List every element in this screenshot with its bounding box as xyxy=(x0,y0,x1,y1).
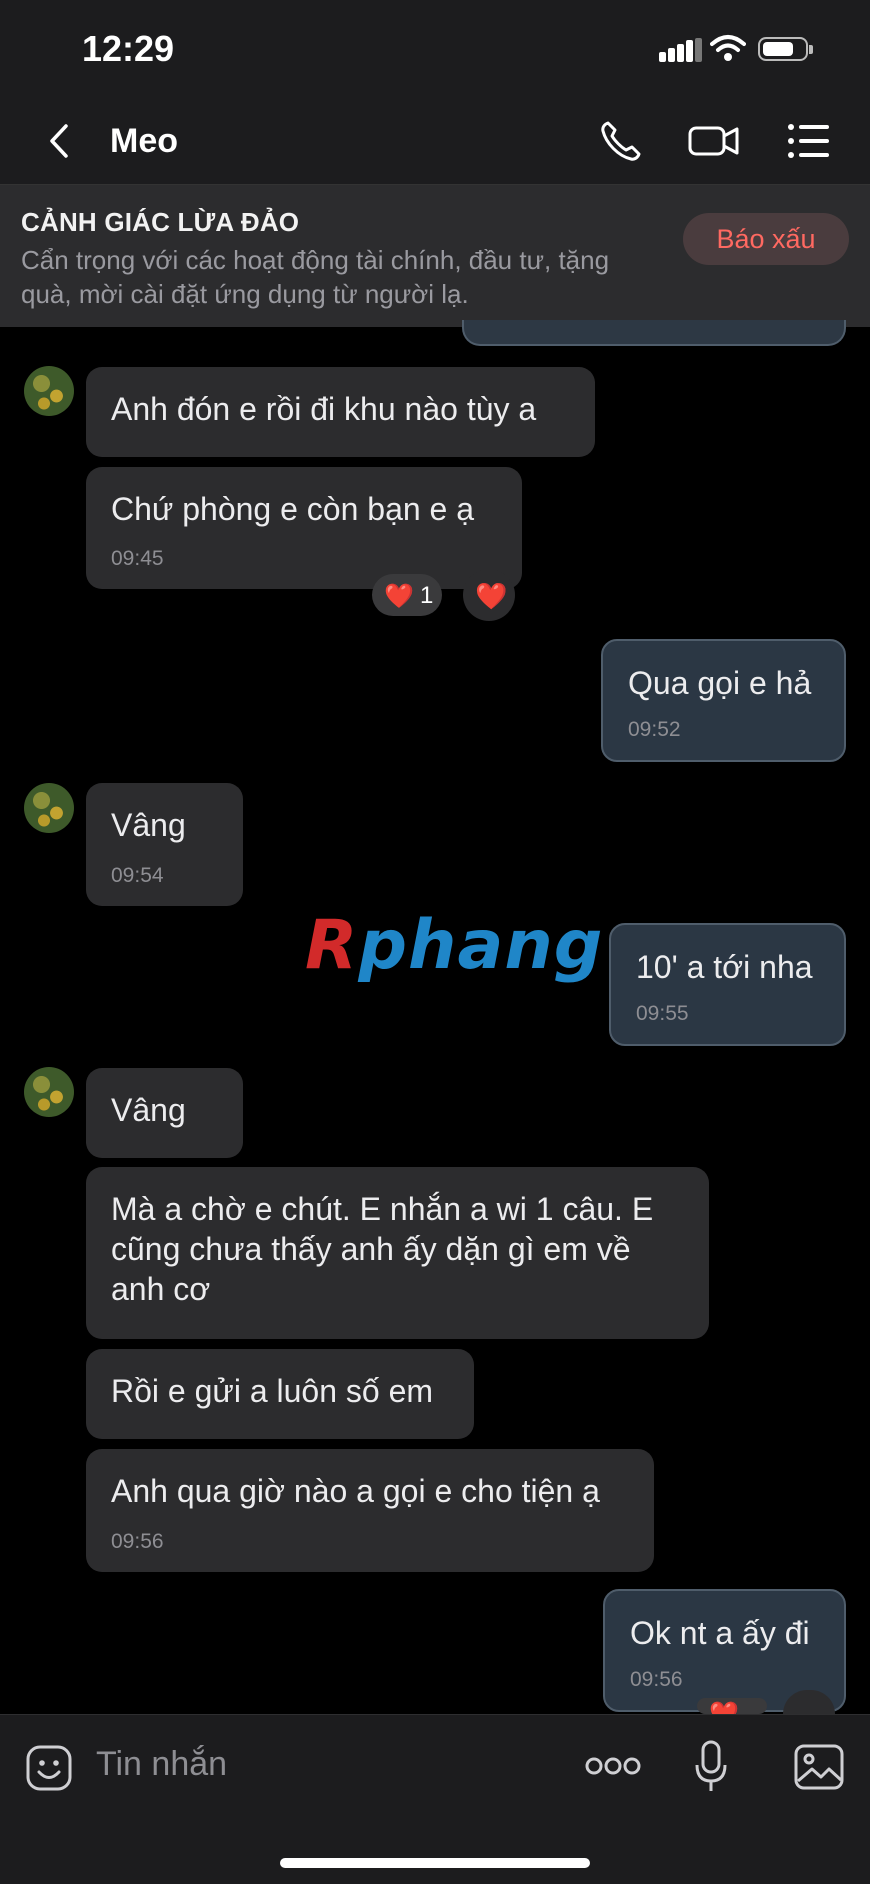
message-text: 10' a tới nha xyxy=(636,949,813,985)
status-bar: 12:29 xyxy=(0,0,870,100)
message-bubble-outgoing[interactable]: 10' a tới nha 09:55 xyxy=(609,923,846,1046)
message-bubble-incoming[interactable]: Mà a chờ e chút. E nhắn a wi 1 câu. E cũ… xyxy=(86,1167,709,1339)
message-text: Qua gọi e hả xyxy=(628,665,812,701)
message-time: 09:56 xyxy=(111,1530,164,1553)
message-time: 09:56 xyxy=(630,1668,683,1691)
report-button[interactable]: Báo xấu xyxy=(683,213,849,265)
wifi-icon xyxy=(710,35,746,61)
chat-header: Meo xyxy=(0,100,870,185)
contact-name[interactable]: Meo xyxy=(110,122,178,161)
contact-avatar[interactable] xyxy=(24,366,74,416)
battery-icon xyxy=(758,37,813,61)
heart-reaction-icon: ❤️ xyxy=(384,583,414,610)
message-text: Ok nt a ấy đi xyxy=(630,1615,810,1651)
status-time: 12:29 xyxy=(82,28,175,69)
heart-reaction-icon: ❤️ xyxy=(709,1700,739,1714)
home-indicator xyxy=(280,1858,590,1868)
message-bubble-incoming[interactable]: Vâng xyxy=(86,1068,243,1158)
warning-text: Cẩn trọng với các hoạt động tài chính, đ… xyxy=(21,245,610,309)
phone-icon[interactable] xyxy=(596,116,646,166)
message-text: Mà a chờ e chút. E nhắn a wi 1 câu. E cũ… xyxy=(111,1191,654,1307)
message-time: 09:55 xyxy=(636,1002,689,1025)
contact-avatar[interactable] xyxy=(24,783,74,833)
video-camera-icon[interactable] xyxy=(687,116,741,166)
cellular-signal-icon xyxy=(659,36,702,62)
message-bubble-incoming[interactable]: Rồi e gửi a luôn số em xyxy=(86,1349,474,1439)
warning-title: CẢNH GIÁC LỪA ĐẢO xyxy=(21,207,300,237)
message-bubble-incoming[interactable]: Anh đón e rồi đi khu nào tùy a xyxy=(86,367,595,457)
message-time: 09:52 xyxy=(628,718,681,741)
message-time: 09:54 xyxy=(111,864,164,887)
message-text: Anh qua giờ nào a gọi e cho tiện ạ xyxy=(111,1473,600,1509)
previous-message-bubble xyxy=(462,320,846,346)
sticker-icon[interactable] xyxy=(24,1743,74,1793)
menu-list-icon[interactable] xyxy=(784,116,834,166)
message-bubble-incoming[interactable]: Vâng 09:54 xyxy=(86,783,243,906)
microphone-icon[interactable] xyxy=(694,1739,728,1795)
message-input[interactable]: Tin nhắn xyxy=(96,1745,227,1784)
scam-warning-banner: CẢNH GIÁC LỪA ĐẢO Cẩn trọng với các hoạt… xyxy=(0,185,870,327)
react-button[interactable]: ❤️ xyxy=(463,569,515,621)
message-text: Chứ phòng e còn bạn e ạ xyxy=(111,491,475,527)
heart-icon: ❤️ xyxy=(475,581,508,611)
watermark-logo: Rphang xyxy=(305,906,604,985)
message-text: Vâng xyxy=(111,1092,186,1128)
reaction-summary[interactable]: ❤️ 1 xyxy=(372,574,442,616)
reaction-count: 1 xyxy=(420,582,434,609)
back-chevron-icon[interactable] xyxy=(38,118,84,164)
contact-avatar[interactable] xyxy=(24,1067,74,1117)
reaction-summary[interactable]: ❤️ xyxy=(697,1698,767,1714)
more-dots-icon[interactable] xyxy=(585,1753,641,1779)
message-text: Rồi e gửi a luôn số em xyxy=(111,1373,434,1409)
message-text: Anh đón e rồi đi khu nào tùy a xyxy=(111,391,537,427)
message-bubble-incoming[interactable]: Anh qua giờ nào a gọi e cho tiện ạ 09:56 xyxy=(86,1449,654,1572)
message-bubble-outgoing[interactable]: Qua gọi e hả 09:52 xyxy=(601,639,846,762)
message-text: Vâng xyxy=(111,807,186,843)
image-icon[interactable] xyxy=(793,1743,845,1791)
message-bubble-incoming[interactable]: Chứ phòng e còn bạn e ạ 09:45 xyxy=(86,467,522,589)
message-time: 09:45 xyxy=(111,547,164,570)
